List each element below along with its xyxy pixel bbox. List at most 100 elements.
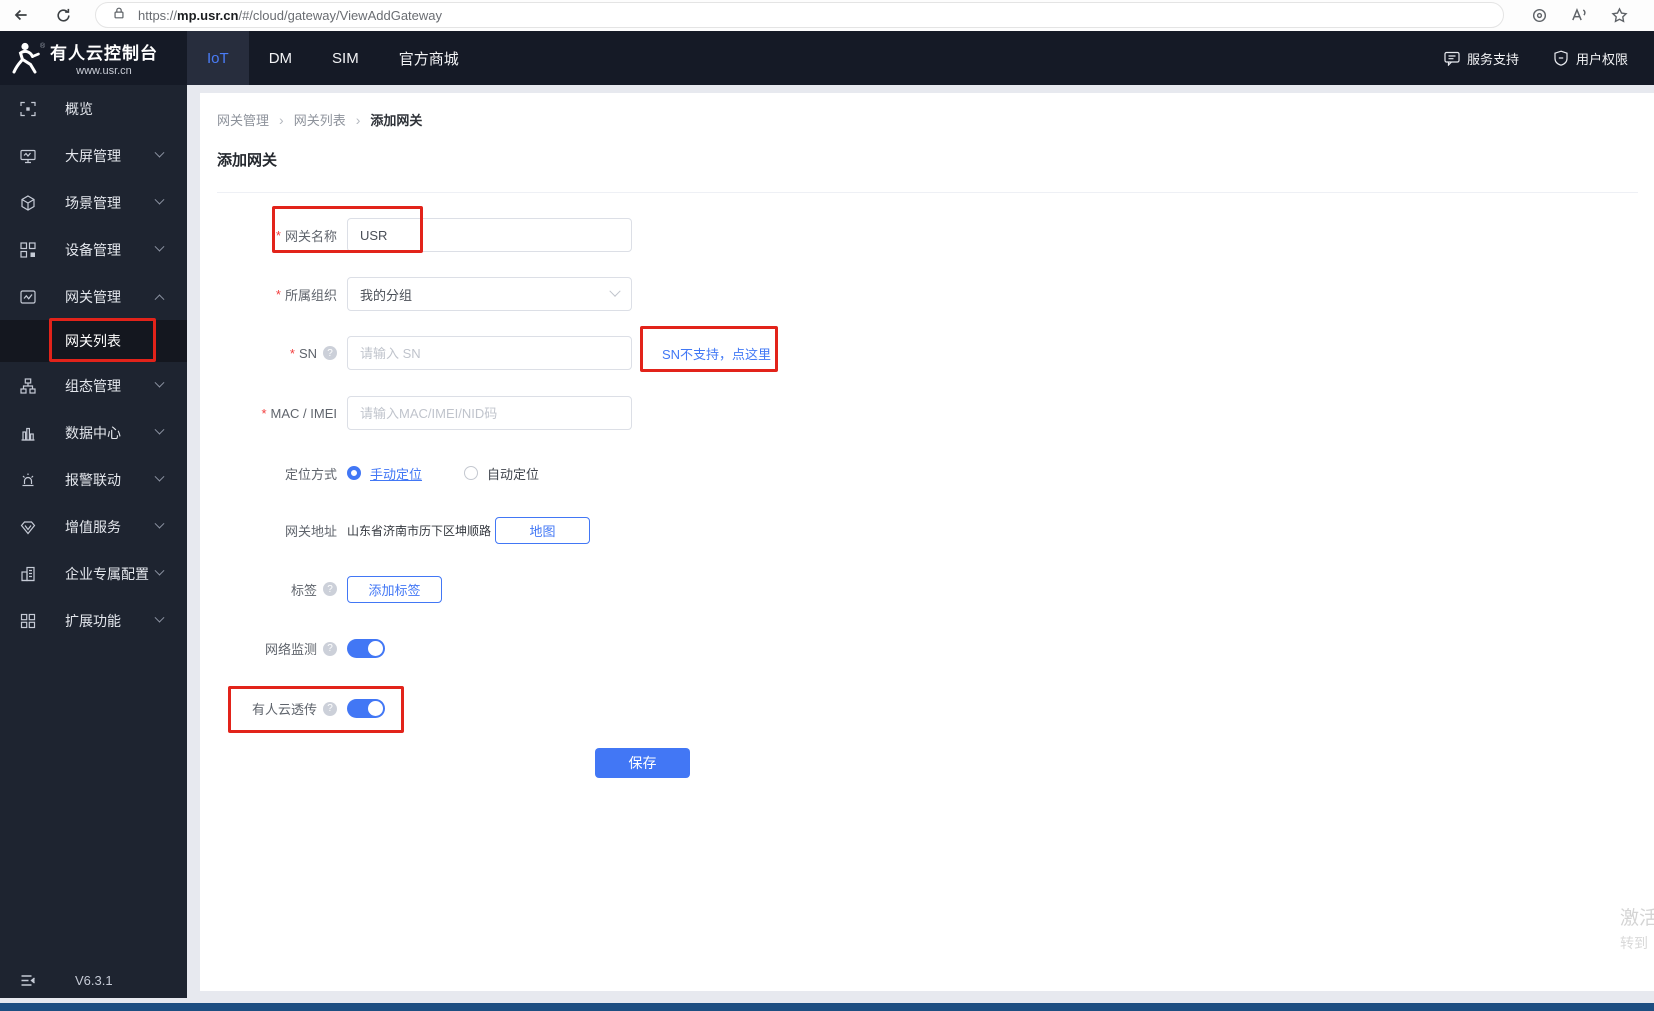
sidebar-item-data-center[interactable]: 数据中心 xyxy=(0,409,187,456)
top-navbar: ® 有人云控制台 www.usr.cn IoT DM SIM 官方商城 服务支持… xyxy=(0,31,1654,85)
favorite-star-icon[interactable] xyxy=(1608,4,1630,26)
required-star: * xyxy=(275,227,281,243)
sidebar-item-gateway-list-active[interactable]: 网关列表 xyxy=(0,318,187,362)
version-label: V6.3.1 xyxy=(75,972,113,988)
chevron-down-icon xyxy=(154,377,165,388)
chevron-down-icon xyxy=(154,565,165,576)
geolocation-icon[interactable] xyxy=(1528,4,1550,26)
radio-manual-selected[interactable] xyxy=(347,466,361,480)
url-text: https://mp.usr.cn/#/cloud/gateway/ViewAd… xyxy=(138,7,443,23)
browser-toolbar: https://mp.usr.cn/#/cloud/gateway/ViewAd… xyxy=(0,0,1654,31)
form-row-mac-imei: * MAC / IMEI xyxy=(200,396,632,430)
usr-person-icon xyxy=(12,42,40,74)
tab-iot[interactable]: IoT xyxy=(187,31,249,85)
sidebar-item-enterprise-config[interactable]: 企业专属配置 xyxy=(0,550,187,597)
chevron-down-icon xyxy=(154,612,165,623)
chevron-down-icon xyxy=(154,241,165,252)
logo-title: 有人云控制台 xyxy=(50,44,158,63)
service-support-link[interactable]: 服务支持 xyxy=(1444,49,1519,68)
sn-not-supported-link[interactable]: SN不支持，点这里 xyxy=(662,344,771,363)
form-row-positioning: 定位方式 手动定位 自动定位 xyxy=(200,459,539,487)
registered-mark: ® xyxy=(40,43,46,50)
watermark-line2: 转到 xyxy=(1620,935,1648,951)
logo-subtitle: www.usr.cn xyxy=(76,65,132,77)
gateway-name-label: * 网关名称 xyxy=(275,227,337,244)
sidebar-item-extended-features[interactable]: 扩展功能 xyxy=(0,597,187,644)
organization-selected-value: 我的分组 xyxy=(360,287,413,303)
refresh-icon[interactable] xyxy=(52,4,74,26)
user-permission-link[interactable]: 用户权限 xyxy=(1553,49,1628,68)
sidebar-item-screen-mgmt[interactable]: 大屏管理 xyxy=(0,132,187,179)
sidebar-item-label: 网关管理 xyxy=(65,288,121,305)
shield-icon xyxy=(1554,50,1568,66)
tab-dm[interactable]: DM xyxy=(249,31,312,85)
service-support-label: 服务支持 xyxy=(1466,51,1519,67)
sidebar: 概览 大屏管理 场景管理 设备管理 网关管理 网关列表 组态管理 数据中心 报警… xyxy=(0,85,187,998)
organization-select[interactable]: 我的分组 xyxy=(347,277,632,311)
required-star: * xyxy=(261,405,267,421)
watermark-line1: 激活 xyxy=(1620,908,1654,929)
sn-help-icon[interactable]: ? xyxy=(323,346,337,360)
gateway-name-input[interactable] xyxy=(347,218,632,252)
map-button[interactable]: 地图 xyxy=(495,517,591,544)
sidebar-item-device-mgmt[interactable]: 设备管理 xyxy=(0,226,187,273)
sidebar-item-gateway-mgmt[interactable]: 网关管理 xyxy=(0,273,187,320)
breadcrumb-gateway-mgmt[interactable]: 网关管理 xyxy=(217,110,269,129)
address-bar[interactable]: https://mp.usr.cn/#/cloud/gateway/ViewAd… xyxy=(95,2,1504,28)
required-star: * xyxy=(275,286,281,302)
mac-imei-input[interactable] xyxy=(347,396,632,430)
save-button[interactable]: 保存 xyxy=(595,748,690,778)
overview-icon xyxy=(20,101,36,117)
breadcrumb-gateway-list[interactable]: 网关列表 xyxy=(294,110,346,129)
user-permission-label: 用户权限 xyxy=(1575,51,1628,67)
radio-auto-unselected[interactable] xyxy=(464,466,479,480)
cloud-passthrough-label: 有人云透传? xyxy=(200,699,347,718)
sidebar-item-value-added[interactable]: 增值服务 xyxy=(0,503,187,550)
cloud-passthrough-toggle-on[interactable] xyxy=(347,699,385,718)
chevron-down-icon xyxy=(154,518,165,529)
sn-input[interactable] xyxy=(347,336,632,370)
cloud-passthrough-help-icon[interactable]: ? xyxy=(323,701,337,716)
back-icon[interactable] xyxy=(10,4,32,26)
chevron-down-icon xyxy=(154,424,165,435)
tags-help-icon[interactable]: ? xyxy=(323,582,337,596)
sidebar-item-overview[interactable]: 概览 xyxy=(0,85,187,132)
screen-icon xyxy=(20,148,36,164)
sidebar-item-label: 报警联动 xyxy=(65,471,121,488)
windows-activation-watermark: 激活 转到 xyxy=(1620,903,1654,953)
radio-auto-label[interactable]: 自动定位 xyxy=(487,464,539,483)
read-aloud-icon[interactable] xyxy=(1568,4,1590,26)
form-row-tags: 标签? 添加标签 xyxy=(200,575,442,603)
brand-logo[interactable]: ® 有人云控制台 www.usr.cn xyxy=(0,31,187,85)
network-monitor-label: 网络监测? xyxy=(200,639,347,658)
positioning-label: 定位方式 xyxy=(284,466,337,482)
add-tag-button[interactable]: 添加标签 xyxy=(347,575,442,603)
breadcrumb-current: 添加网关 xyxy=(370,113,423,128)
form-row-address: 网关地址 山东省济南市历下区坤顺路 地图 xyxy=(200,517,591,544)
sidebar-item-alarm-linkage[interactable]: 报警联动 xyxy=(0,456,187,503)
collapse-sidebar-icon[interactable] xyxy=(20,972,36,988)
form-row-sn: *SN? SN不支持，点这里 xyxy=(200,326,778,372)
organization-label: * 所属组织 xyxy=(275,286,337,303)
data-center-icon xyxy=(20,425,36,441)
sidebar-item-label: 设备管理 xyxy=(65,241,121,258)
chevron-down-icon xyxy=(609,285,621,297)
enterprise-icon xyxy=(20,566,36,582)
tags-label: 标签? xyxy=(200,580,347,599)
network-monitor-toggle-on[interactable] xyxy=(347,639,385,658)
address-label: 网关地址 xyxy=(284,524,337,539)
sidebar-item-hmi-mgmt[interactable]: 组态管理 xyxy=(0,362,187,409)
device-icon xyxy=(20,241,36,258)
scene-icon xyxy=(20,194,36,211)
tab-sim[interactable]: SIM xyxy=(312,31,379,85)
required-star: * xyxy=(289,345,295,361)
sidebar-item-scene-mgmt[interactable]: 场景管理 xyxy=(0,179,187,226)
page-title: 添加网关 xyxy=(217,152,278,169)
tab-official-mall[interactable]: 官方商城 xyxy=(379,31,479,85)
radio-manual-label[interactable]: 手动定位 xyxy=(370,464,422,483)
value-added-icon xyxy=(20,519,36,535)
form-row-network-monitor: 网络监测? xyxy=(200,639,385,658)
network-monitor-help-icon[interactable]: ? xyxy=(323,641,337,656)
form-row-cloud-passthrough: 有人云透传? xyxy=(200,686,404,733)
chevron-up-icon xyxy=(154,294,165,305)
